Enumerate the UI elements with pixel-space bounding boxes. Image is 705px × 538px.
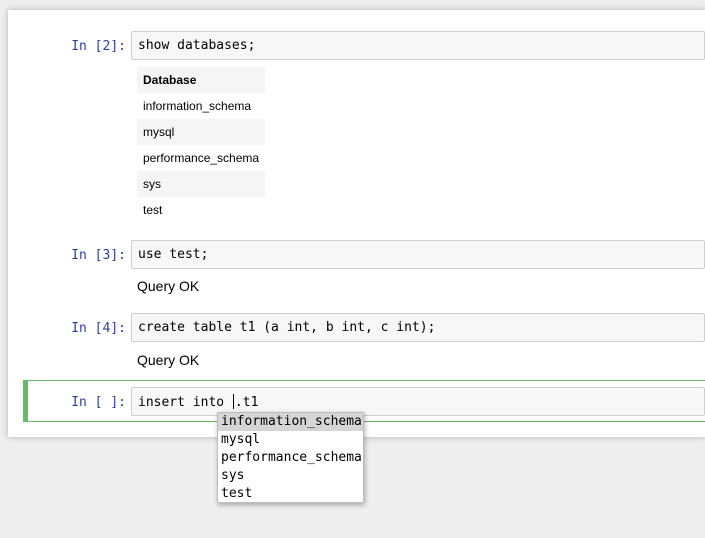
cell-3-input[interactable]: use test; xyxy=(131,240,705,269)
table-cell: information_schema xyxy=(137,93,266,119)
cell-active-prompt: In [ ]: xyxy=(71,395,126,410)
table-row: sys xyxy=(137,171,266,197)
table-cell: test xyxy=(137,197,266,223)
autocomplete-option-performance-schema[interactable]: performance_schema xyxy=(218,449,363,467)
table-row: test xyxy=(137,197,266,223)
cell-4-output: Query OK xyxy=(137,352,200,368)
table-row: mysql xyxy=(137,119,266,145)
autocomplete-dropdown[interactable]: information_schema mysql performance_sch… xyxy=(217,412,364,503)
table-cell: performance_schema xyxy=(137,145,266,171)
code-after-cursor: .t1 xyxy=(234,395,259,410)
table-row: performance_schema xyxy=(137,145,266,171)
cell-3-prompt: In [3]: xyxy=(71,248,126,263)
databases-table: Database information_schema mysql perfor… xyxy=(137,67,266,223)
table-cell: sys xyxy=(137,171,266,197)
notebook-container xyxy=(8,10,705,437)
autocomplete-option-test[interactable]: test xyxy=(218,485,363,503)
cell-2-prompt: In [2]: xyxy=(71,39,126,54)
cell-4-prompt: In [4]: xyxy=(71,321,126,336)
table-cell: mysql xyxy=(137,119,266,145)
cell-4-input[interactable]: create table t1 (a int, b int, c int); xyxy=(131,313,705,342)
autocomplete-option-sys[interactable]: sys xyxy=(218,467,363,485)
table-row: information_schema xyxy=(137,93,266,119)
autocomplete-option-information-schema[interactable]: information_schema xyxy=(218,413,363,431)
cell-2-input[interactable]: show databases; xyxy=(131,31,705,60)
autocomplete-option-mysql[interactable]: mysql xyxy=(218,431,363,449)
cell-3-output: Query OK xyxy=(137,278,200,294)
text-cursor xyxy=(232,394,234,409)
table-header-database: Database xyxy=(137,67,266,93)
code-before-cursor: insert into xyxy=(138,395,232,410)
